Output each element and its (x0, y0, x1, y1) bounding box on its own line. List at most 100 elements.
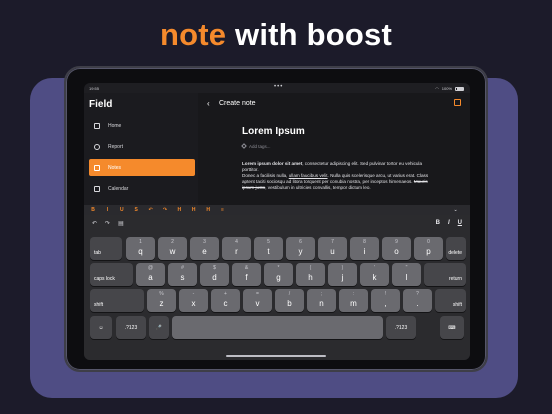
key-secondary-label: @ (147, 265, 154, 271)
paste-icon[interactable]: ▤ (118, 220, 124, 227)
numbers-key[interactable]: .?123 (386, 316, 416, 339)
key-label: q (138, 247, 143, 256)
hide-keyboard-key[interactable]: ⌨ (440, 316, 464, 339)
kb-bold-button[interactable]: B (436, 220, 440, 226)
key-label: r (235, 247, 238, 256)
home-indicator[interactable] (226, 355, 326, 357)
key-m[interactable]: :m (339, 289, 368, 312)
key-b[interactable]: / b (275, 289, 304, 312)
list-button[interactable]: ≡ (218, 207, 228, 213)
key-secondary-label: 0 (427, 239, 430, 245)
key-h[interactable]: (h (296, 263, 325, 286)
delete-key[interactable]: delete (446, 237, 466, 260)
key-x[interactable]: -x (179, 289, 208, 312)
heading3-button[interactable]: H (203, 207, 213, 213)
key-c[interactable]: + c (211, 289, 240, 312)
chevron-down-icon[interactable]: ⌄ (451, 207, 461, 213)
key-secondary-label: 2 (171, 239, 174, 245)
caps-lock-key[interactable]: caps lock (90, 263, 133, 286)
key-secondary-label: $ (213, 265, 216, 271)
key-i[interactable]: 8i (350, 237, 379, 260)
key-d[interactable]: $ d (200, 263, 229, 286)
key-secondary-label: # (181, 265, 184, 271)
key-secondary-label: 8 (363, 239, 366, 245)
sidebar-item-label: Report (108, 143, 124, 150)
key-label: g (276, 273, 281, 282)
key-w[interactable]: 2w (158, 237, 187, 260)
key-label: a (148, 273, 153, 282)
key-u[interactable]: 7u (318, 237, 347, 260)
key-secondary-label: ? (416, 291, 419, 297)
key-o[interactable]: 9o (382, 237, 411, 260)
key-r[interactable]: 4r (222, 237, 251, 260)
key-label: i (363, 247, 366, 256)
space-key[interactable] (172, 316, 383, 339)
key-label: y (298, 247, 303, 256)
app-title: Field (89, 99, 113, 110)
sidebar-item-report[interactable]: Report (89, 138, 195, 155)
key-comma[interactable]: !, (371, 289, 400, 312)
shift-key[interactable]: shift (90, 289, 144, 312)
microphone-key[interactable]: 🎤 (149, 316, 169, 339)
key-z[interactable]: % z (147, 289, 176, 312)
tags-field[interactable]: Add tags... (241, 143, 271, 149)
shift-key[interactable]: shift (435, 289, 466, 312)
status-bar: 19:55 ••• ◠ 100% (84, 83, 470, 93)
key-secondary-label: 9 (395, 239, 398, 245)
key-q[interactable]: 1q (126, 237, 155, 260)
return-key[interactable]: return (424, 263, 466, 286)
undo-button[interactable]: ↶ (146, 207, 156, 213)
key-secondary-label: - (192, 291, 195, 297)
key-p[interactable]: 0p (414, 237, 443, 260)
heading1-button[interactable]: H (174, 207, 184, 213)
tab-key[interactable]: tab (90, 237, 122, 260)
key-a[interactable]: @ a (136, 263, 165, 286)
wifi-icon: ◠ (435, 86, 439, 91)
bold-button[interactable]: B (88, 207, 98, 213)
key-e[interactable]: 3e (190, 237, 219, 260)
key-t[interactable]: 5t (254, 237, 283, 260)
key-l[interactable]: " l (392, 263, 421, 286)
status-time: 19:55 (89, 86, 100, 91)
key-g[interactable]: * g (264, 263, 293, 286)
kb-italic-button[interactable]: I (448, 220, 450, 226)
numbers-key[interactable]: .?123 (116, 316, 146, 339)
key-y[interactable]: 6y (286, 237, 315, 260)
underline-button[interactable]: U (117, 207, 127, 213)
key-label: z (159, 299, 164, 308)
key-label: f (245, 273, 248, 282)
redo-icon[interactable]: ↷ (105, 220, 110, 227)
back-chevron-icon[interactable]: ‹ (207, 99, 210, 108)
key-label: shift (452, 302, 462, 308)
key-label: w (169, 247, 176, 256)
key-secondary-label: ' (374, 265, 375, 271)
key-label: 🎤 (155, 325, 163, 331)
note-title[interactable]: Lorem Ipsum (242, 126, 305, 137)
key-label: k (372, 273, 377, 282)
sidebar-item-home[interactable]: Home (89, 117, 195, 134)
sidebar-item-calendar[interactable]: Calendar (89, 180, 195, 197)
heading2-button[interactable]: H (189, 207, 199, 213)
strikethrough-button[interactable]: S (131, 207, 141, 213)
sidebar-item-notes[interactable]: Notes (89, 159, 195, 176)
key-k[interactable]: ' k (360, 263, 389, 286)
note-body[interactable]: Lorem ipsum dolor sit amet, consectetur … (242, 161, 438, 191)
key-label: o (394, 247, 399, 256)
key-label: b (287, 299, 292, 308)
key-f[interactable]: & f (232, 263, 261, 286)
multitask-dots-icon[interactable]: ••• (274, 84, 283, 90)
keyboard: ↶ ↷ ▤ B I U tab 1 q 2 w 3 e 4 r 5 t 6 y 7 u 8 i 9 o 0 p delet… (84, 215, 470, 360)
key-n[interactable]: ; n (307, 289, 336, 312)
key-j[interactable]: ) j (328, 263, 357, 286)
key-s[interactable]: # s (168, 263, 197, 286)
key-period[interactable]: ?. (403, 289, 432, 312)
key-label: n (319, 299, 324, 308)
key-v[interactable]: = v (243, 289, 272, 312)
undo-icon[interactable]: ↶ (92, 220, 97, 227)
emoji-key[interactable]: ☺ (90, 316, 112, 339)
italic-button[interactable]: I (102, 207, 112, 213)
save-icon[interactable] (454, 99, 461, 106)
key-secondary-label: * (277, 265, 280, 271)
kb-underline-button[interactable]: U (458, 220, 462, 226)
redo-button[interactable]: ↷ (160, 207, 170, 213)
